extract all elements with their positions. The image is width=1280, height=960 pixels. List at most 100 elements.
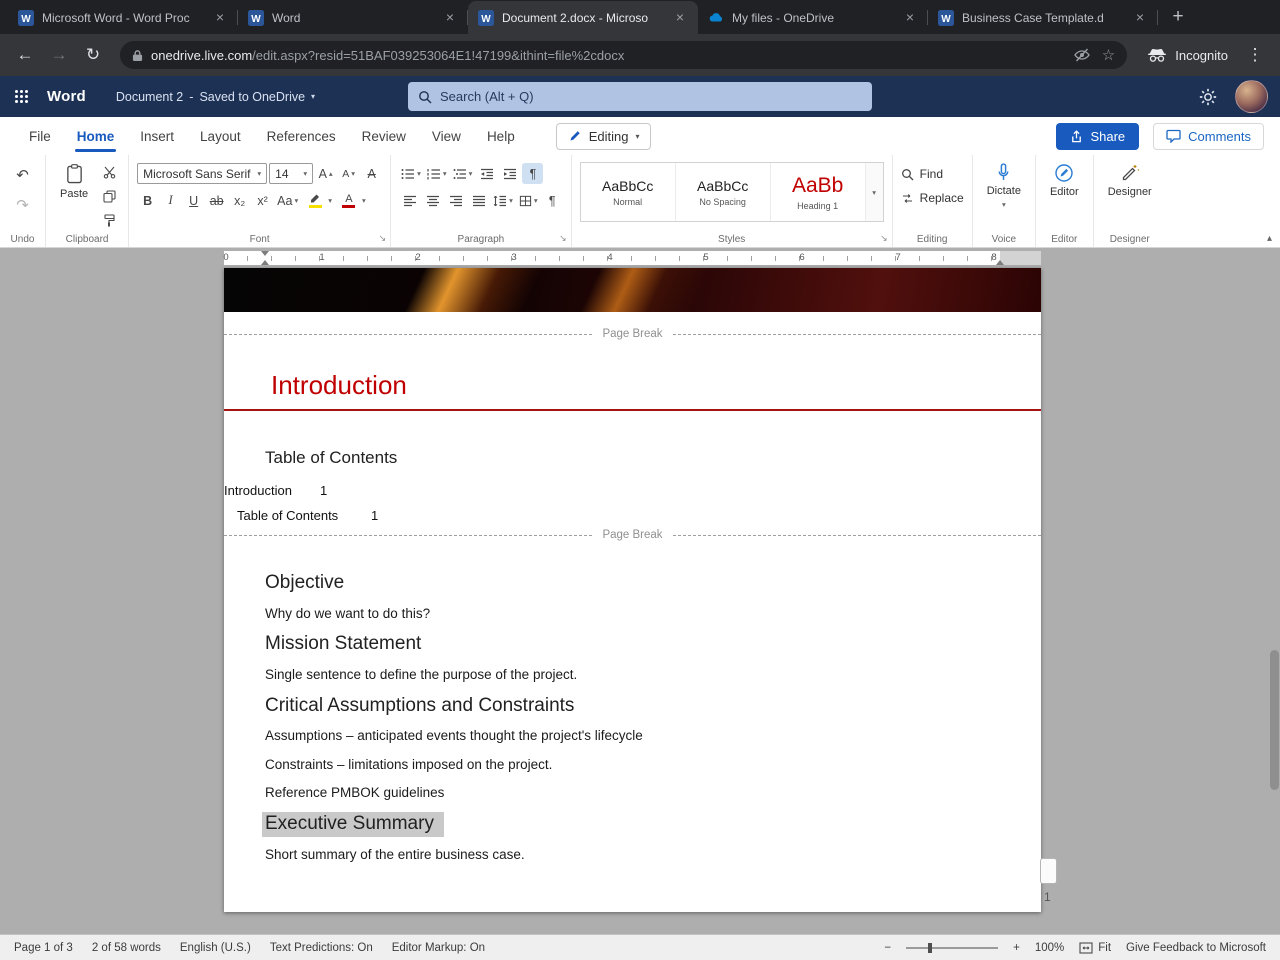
comment-anchor-box[interactable] bbox=[1040, 858, 1057, 884]
multilevel-list-button[interactable]: ▾ bbox=[451, 163, 475, 184]
align-left-button[interactable] bbox=[399, 190, 420, 211]
new-tab-button[interactable]: + bbox=[1164, 3, 1192, 31]
clear-formatting-button[interactable]: A bbox=[361, 163, 382, 184]
settings-gear-icon[interactable] bbox=[1199, 88, 1217, 106]
menu-layout[interactable]: Layout bbox=[187, 119, 254, 154]
reload-button[interactable]: ↻ bbox=[78, 40, 108, 70]
eye-off-icon[interactable] bbox=[1074, 47, 1090, 63]
zoom-in-button[interactable]: + bbox=[1013, 942, 1020, 954]
vertical-scrollbar-thumb[interactable] bbox=[1270, 650, 1279, 790]
document-page[interactable]: Page Break Introduction Table of Content… bbox=[224, 268, 1041, 912]
close-icon[interactable]: × bbox=[1132, 9, 1148, 26]
highlight-color-button[interactable]: ▾ bbox=[302, 190, 334, 211]
status-editor-markup[interactable]: Editor Markup: On bbox=[392, 942, 485, 954]
status-page-count[interactable]: Page 1 of 3 bbox=[14, 942, 73, 954]
paragraph-dialog-launcher-icon[interactable]: ↘ bbox=[559, 233, 567, 244]
tab-business-case-template[interactable]: W Business Case Template.d × bbox=[928, 1, 1158, 34]
browser-menu-kebab-icon[interactable]: ⋮ bbox=[1240, 40, 1270, 70]
bold-button[interactable]: B bbox=[137, 190, 158, 211]
font-color-button[interactable]: A ▾ bbox=[336, 190, 368, 211]
close-icon[interactable]: × bbox=[672, 9, 688, 26]
tab-word-home[interactable]: W Word × bbox=[238, 1, 468, 34]
status-text-predictions[interactable]: Text Predictions: On bbox=[270, 942, 373, 954]
editor-button[interactable]: Editor bbox=[1044, 160, 1085, 201]
hanging-indent-marker[interactable] bbox=[261, 260, 269, 265]
copy-button[interactable] bbox=[99, 186, 120, 207]
menu-file[interactable]: File bbox=[16, 119, 64, 154]
align-center-button[interactable] bbox=[422, 190, 443, 211]
menu-review[interactable]: Review bbox=[349, 119, 419, 154]
justify-button[interactable] bbox=[468, 190, 489, 211]
forward-button[interactable]: → bbox=[44, 40, 74, 70]
menu-references[interactable]: References bbox=[254, 119, 349, 154]
zoom-level[interactable]: 100% bbox=[1035, 942, 1064, 954]
comments-button[interactable]: Comments bbox=[1153, 122, 1264, 150]
styles-gallery-more-button[interactable]: ▾ bbox=[865, 163, 883, 221]
line-spacing-button[interactable]: ▾ bbox=[491, 190, 515, 211]
find-button[interactable]: Find bbox=[901, 167, 964, 181]
menu-help[interactable]: Help bbox=[474, 119, 528, 154]
zoom-slider-thumb[interactable] bbox=[928, 942, 933, 953]
underline-button[interactable]: U bbox=[183, 190, 204, 211]
grow-font-button[interactable]: A ▴ bbox=[315, 163, 336, 184]
zoom-out-button[interactable]: − bbox=[884, 942, 891, 954]
tab-document2-active[interactable]: W Document 2.docx - Microso × bbox=[468, 1, 698, 34]
menu-home[interactable]: Home bbox=[64, 119, 128, 154]
decrease-indent-button[interactable] bbox=[476, 163, 497, 184]
subscript-button[interactable]: x₂ bbox=[229, 190, 250, 211]
bullets-button[interactable]: ▾ bbox=[399, 163, 423, 184]
align-right-button[interactable] bbox=[445, 190, 466, 211]
undo-button[interactable]: ↶ bbox=[12, 164, 33, 185]
zoom-slider[interactable] bbox=[906, 942, 999, 953]
change-case-button[interactable]: Aa ▾ bbox=[275, 190, 300, 211]
replace-button[interactable]: Replace bbox=[901, 191, 964, 205]
close-icon[interactable]: × bbox=[212, 9, 228, 26]
dictate-button[interactable]: Dictate ▾ bbox=[981, 160, 1027, 212]
font-dialog-launcher-icon[interactable]: ↘ bbox=[379, 233, 387, 244]
collapse-ribbon-button[interactable]: ▴ bbox=[1267, 233, 1272, 244]
feedback-link[interactable]: Give Feedback to Microsoft bbox=[1126, 942, 1266, 954]
profile-avatar[interactable] bbox=[1235, 80, 1268, 113]
increase-indent-button[interactable] bbox=[499, 163, 520, 184]
superscript-button[interactable]: x² bbox=[252, 190, 273, 211]
format-painter-button[interactable] bbox=[99, 210, 120, 231]
share-button[interactable]: Share bbox=[1056, 122, 1140, 150]
status-language[interactable]: English (U.S.) bbox=[180, 942, 251, 954]
menu-insert[interactable]: Insert bbox=[127, 119, 187, 154]
document-title-control[interactable]: Document 2 - Saved to OneDrive ▾ bbox=[116, 90, 315, 104]
bookmark-star-icon[interactable]: ☆ bbox=[1102, 46, 1115, 64]
cut-button[interactable] bbox=[99, 162, 120, 183]
tab-word-processor[interactable]: W Microsoft Word - Word Proc × bbox=[8, 1, 238, 34]
fit-to-page-button[interactable]: Fit bbox=[1079, 942, 1111, 954]
paste-button[interactable]: Paste bbox=[54, 160, 94, 231]
tab-title: My files - OneDrive bbox=[732, 10, 835, 25]
app-launcher-waffle-icon[interactable] bbox=[14, 89, 29, 104]
shrink-font-button[interactable]: A ▾ bbox=[338, 163, 359, 184]
designer-button[interactable]: Designer bbox=[1102, 160, 1158, 201]
italic-button[interactable]: I bbox=[160, 190, 181, 211]
font-name-combobox[interactable]: Microsoft Sans Serif ▾ bbox=[137, 163, 268, 184]
numbering-button[interactable]: ▾ bbox=[425, 163, 449, 184]
status-word-count[interactable]: 2 of 58 words bbox=[92, 942, 161, 954]
redo-button[interactable]: ↷ bbox=[12, 194, 33, 215]
search-input[interactable] bbox=[440, 89, 862, 104]
font-size-combobox[interactable]: 14 ▾ bbox=[269, 163, 314, 184]
styles-dialog-launcher-icon[interactable]: ↘ bbox=[880, 233, 888, 244]
menu-view[interactable]: View bbox=[419, 119, 474, 154]
style-no-spacing[interactable]: AaBbCc No Spacing bbox=[676, 163, 771, 221]
style-heading-1[interactable]: AaBb Heading 1 bbox=[771, 163, 866, 221]
strikethrough-button[interactable]: ab bbox=[206, 190, 227, 211]
right-indent-marker[interactable] bbox=[996, 260, 1004, 265]
editing-mode-dropdown[interactable]: Editing ▾ bbox=[555, 122, 652, 150]
paragraph-mark-button[interactable]: ¶ bbox=[542, 190, 563, 211]
back-button[interactable]: ← bbox=[10, 40, 40, 70]
first-line-indent-marker[interactable] bbox=[261, 251, 269, 256]
style-normal[interactable]: AaBbCc Normal bbox=[581, 163, 676, 221]
close-icon[interactable]: × bbox=[902, 9, 918, 26]
address-bar[interactable]: onedrive.live.com/edit.aspx?resid=51BAF0… bbox=[120, 41, 1128, 69]
show-formatting-marks-button[interactable]: ¶ bbox=[522, 163, 544, 184]
tab-onedrive[interactable]: My files - OneDrive × bbox=[698, 1, 928, 34]
close-icon[interactable]: × bbox=[442, 9, 458, 26]
borders-button[interactable]: ▾ bbox=[517, 190, 540, 211]
search-box[interactable] bbox=[408, 82, 872, 111]
